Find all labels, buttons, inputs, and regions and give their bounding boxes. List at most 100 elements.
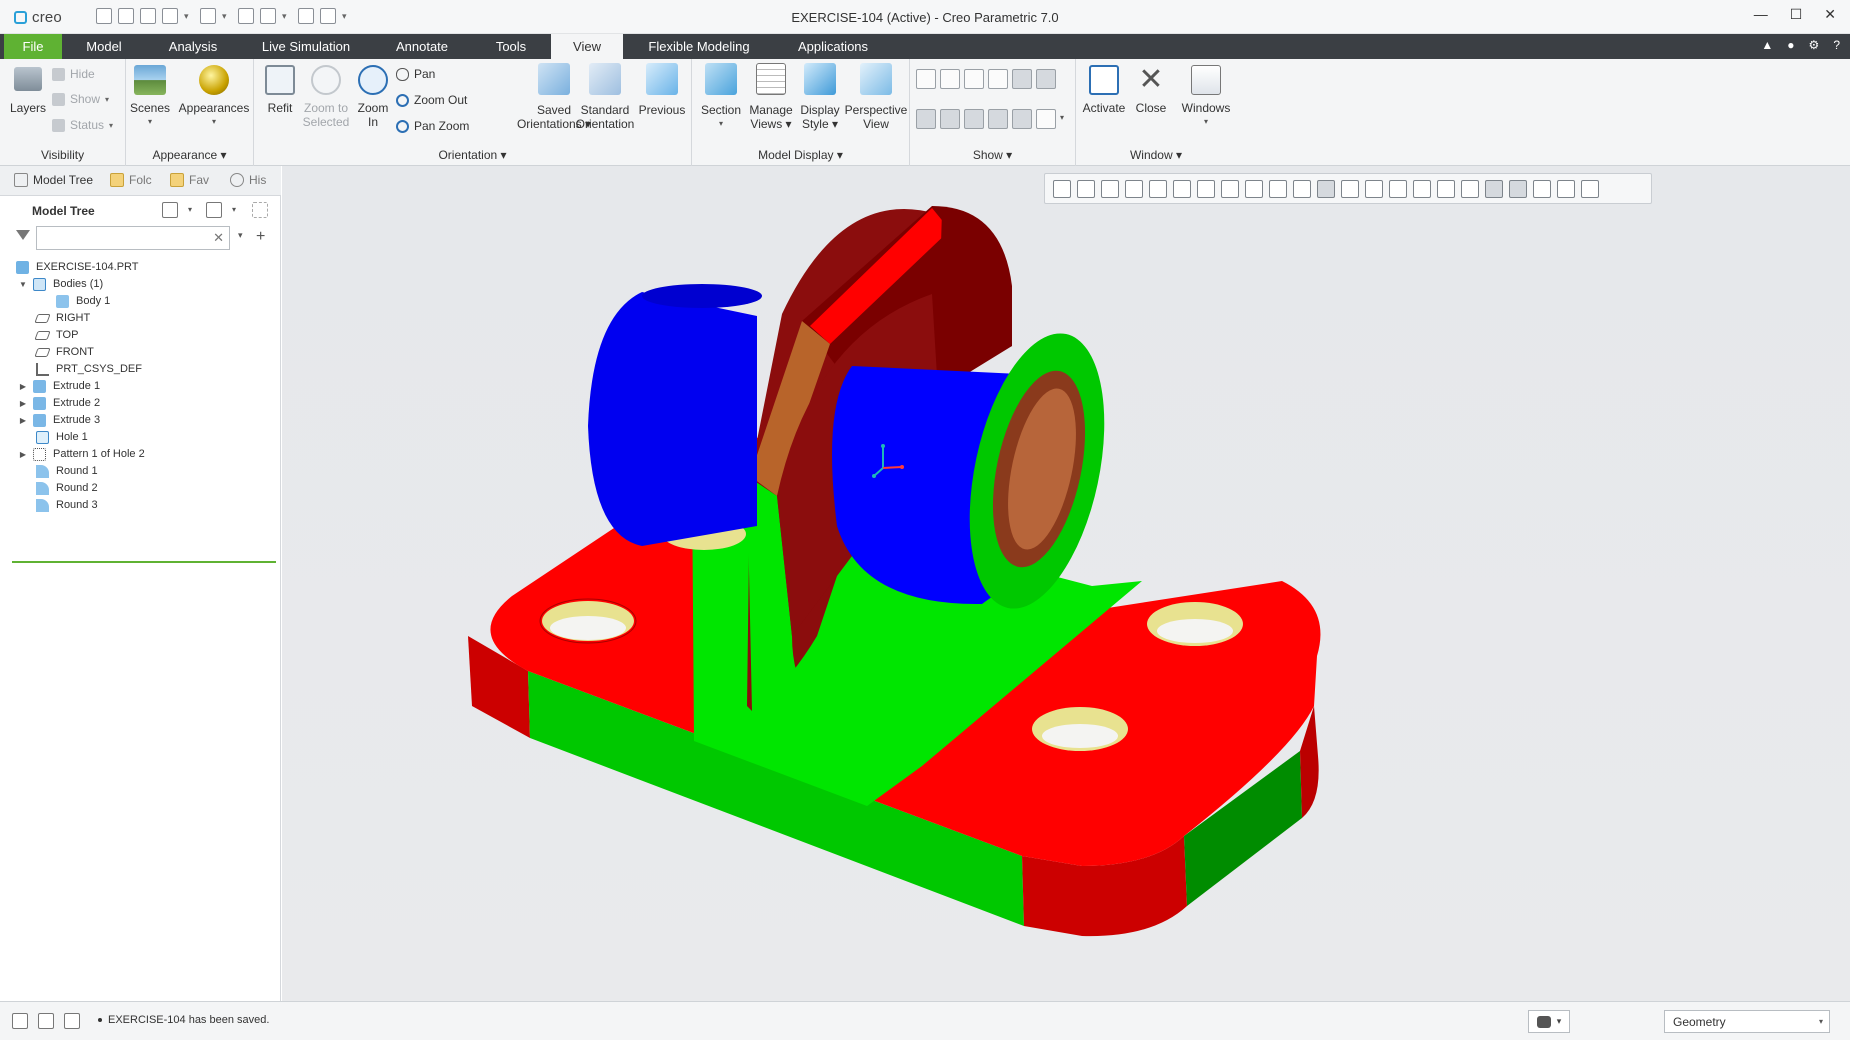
tree-search-input[interactable]: ✕ — [36, 226, 230, 250]
layers-button[interactable]: Layers — [8, 67, 48, 115]
help-icon[interactable]: ? — [1833, 38, 1840, 52]
tree-item-pattern[interactable]: ▶ Pattern 1 of Hole 2 — [18, 445, 145, 463]
previous-button[interactable]: Previous — [634, 63, 690, 117]
tree-item-extrude[interactable]: ▶ Extrude 2 — [18, 394, 100, 412]
show-navigator-icon[interactable] — [12, 1013, 28, 1029]
group-label-model-display[interactable]: Model Display ▾ — [692, 148, 909, 162]
tab-analysis[interactable]: Analysis — [156, 34, 230, 59]
tree-item-bodies[interactable]: ▼ Bodies (1) — [18, 275, 103, 293]
appearances-button[interactable]: Appearances ▾ — [176, 65, 252, 129]
activate-button[interactable]: Activate — [1076, 65, 1132, 115]
axis-display-icon[interactable] — [940, 69, 960, 89]
tab-applications[interactable]: Applications — [780, 34, 886, 59]
expand-icon[interactable]: ▶ — [18, 450, 28, 459]
find-dropdown-icon[interactable]: ▾ — [1557, 1016, 1562, 1027]
point-display-icon[interactable] — [964, 69, 984, 89]
close-button[interactable]: ✕ — [1824, 6, 1836, 23]
tab-history[interactable]: His — [230, 173, 266, 187]
expand-icon[interactable]: ▶ — [18, 399, 28, 408]
tab-annotate[interactable]: Annotate — [382, 34, 462, 59]
tree-item-round[interactable]: Round 2 — [36, 479, 98, 497]
tab-live-simulation[interactable]: Live Simulation — [252, 34, 360, 59]
tree-item-datum-plane[interactable]: RIGHT — [34, 309, 90, 327]
standard-orientation-button[interactable]: Standard Orientation — [570, 63, 640, 131]
pan-button[interactable]: Pan — [396, 65, 435, 83]
hide-button[interactable]: Hide — [52, 65, 95, 83]
tree-columns-icon[interactable] — [206, 202, 222, 218]
tree-item-extrude[interactable]: ▶ Extrude 1 — [18, 377, 100, 395]
windows-button[interactable]: Windows ▾ — [1176, 65, 1236, 129]
tab-folder-browser[interactable]: Folc — [110, 173, 152, 187]
group-label-orientation[interactable]: Orientation ▾ — [254, 148, 691, 162]
csys-tag-display-icon[interactable] — [988, 109, 1008, 129]
csys-display-icon[interactable] — [988, 69, 1008, 89]
tab-file[interactable]: File — [4, 34, 62, 59]
tab-favorites[interactable]: Fav — [170, 173, 209, 187]
spin-center-icon[interactable] — [1012, 109, 1032, 129]
tree-item-hole[interactable]: Hole 1 — [36, 428, 88, 446]
tree-item-round[interactable]: Round 3 — [36, 496, 98, 514]
minimize-button[interactable]: — — [1754, 6, 1768, 23]
search-dropdown-icon[interactable]: ▾ — [238, 230, 243, 241]
tree-columns-dropdown-icon[interactable]: ▾ — [232, 205, 236, 214]
expand-icon[interactable]: ▶ — [18, 416, 28, 425]
show-more-dropdown-icon[interactable]: ▾ — [1060, 113, 1064, 122]
tree-item-datum-plane[interactable]: TOP — [34, 326, 78, 344]
find-button[interactable]: ▾ — [1528, 1010, 1570, 1033]
tree-settings-dropdown-icon[interactable]: ▾ — [188, 205, 192, 214]
expand-icon[interactable]: ▶ — [18, 382, 28, 391]
settings-icon[interactable]: ⚙ — [1809, 38, 1820, 52]
tree-item-csys[interactable]: PRT_CSYS_DEF — [36, 360, 142, 378]
selection-filter-dropdown-icon[interactable]: ▾ — [1819, 1017, 1823, 1026]
collapse-icon[interactable]: ▼ — [18, 280, 28, 289]
tree-item-extrude[interactable]: ▶ Extrude 3 — [18, 411, 100, 429]
pan-zoom-button[interactable]: Pan Zoom — [396, 117, 469, 135]
tab-tools[interactable]: Tools — [484, 34, 538, 59]
maximize-button[interactable]: ☐ — [1790, 6, 1803, 23]
display-style-button[interactable]: Display Style ▾ — [796, 63, 844, 131]
user-icon[interactable]: ● — [1787, 38, 1794, 52]
tab-model[interactable]: Model — [72, 34, 136, 59]
tree-item-round[interactable]: Round 1 — [36, 462, 98, 480]
plane-display-icon[interactable] — [916, 69, 936, 89]
sketch-display-icon[interactable] — [1036, 109, 1056, 129]
display-style-label-1: Display — [800, 103, 840, 117]
tree-item-part[interactable]: EXERCISE-104.PRT — [16, 258, 139, 276]
insert-here-indicator[interactable] — [12, 561, 276, 563]
manage-views-button[interactable]: Manage Views ▾ — [746, 63, 796, 131]
graphics-window[interactable] — [282, 166, 1850, 1001]
dimension-display-icon[interactable] — [1036, 69, 1056, 89]
close-window-button[interactable]: ✕ Close — [1128, 65, 1174, 116]
coordinate-system-icon — [36, 362, 49, 376]
zoom-to-selected-button[interactable]: Zoom to Selected — [298, 65, 354, 129]
show-browser-icon[interactable] — [38, 1013, 54, 1029]
3d-model-bracket[interactable] — [282, 166, 1850, 1001]
perspective-view-button[interactable]: Perspective View — [842, 63, 910, 131]
full-screen-icon[interactable] — [64, 1013, 80, 1029]
selection-filter[interactable]: Geometry ▾ — [1664, 1010, 1830, 1033]
tab-model-tree[interactable]: Model Tree — [14, 173, 93, 187]
section-button[interactable]: Section ▾ — [696, 63, 746, 131]
refit-button[interactable]: Refit — [260, 65, 300, 115]
tree-item-body[interactable]: Body 1 — [56, 292, 110, 310]
zoom-out-button[interactable]: Zoom Out — [396, 91, 467, 109]
zoom-in-button[interactable]: Zoom In — [352, 65, 394, 129]
minimize-ribbon-icon[interactable]: ▲ — [1761, 38, 1773, 52]
group-label-show[interactable]: Show ▾ — [910, 148, 1075, 162]
tab-view[interactable]: View — [551, 34, 623, 59]
point-tag-display-icon[interactable] — [964, 109, 984, 129]
show-button[interactable]: Show ▾ — [52, 90, 109, 108]
plane-tag-display-icon[interactable] — [916, 109, 936, 129]
group-label-appearance[interactable]: Appearance ▾ — [126, 148, 253, 162]
tree-item-datum-plane[interactable]: FRONT — [34, 343, 94, 361]
scenes-button[interactable]: Scenes ▾ — [130, 65, 170, 129]
tree-settings-icon[interactable] — [162, 202, 178, 218]
filter-icon[interactable] — [16, 230, 30, 240]
status-button[interactable]: Status ▾ — [52, 116, 113, 134]
add-filter-icon[interactable]: + — [256, 228, 265, 246]
group-label-window[interactable]: Window ▾ — [1076, 148, 1236, 162]
tab-flexible-modeling[interactable]: Flexible Modeling — [638, 34, 760, 59]
axis-tag-display-icon[interactable] — [940, 109, 960, 129]
clear-search-icon[interactable]: ✕ — [213, 230, 224, 246]
annotation-display-icon[interactable] — [1012, 69, 1032, 89]
